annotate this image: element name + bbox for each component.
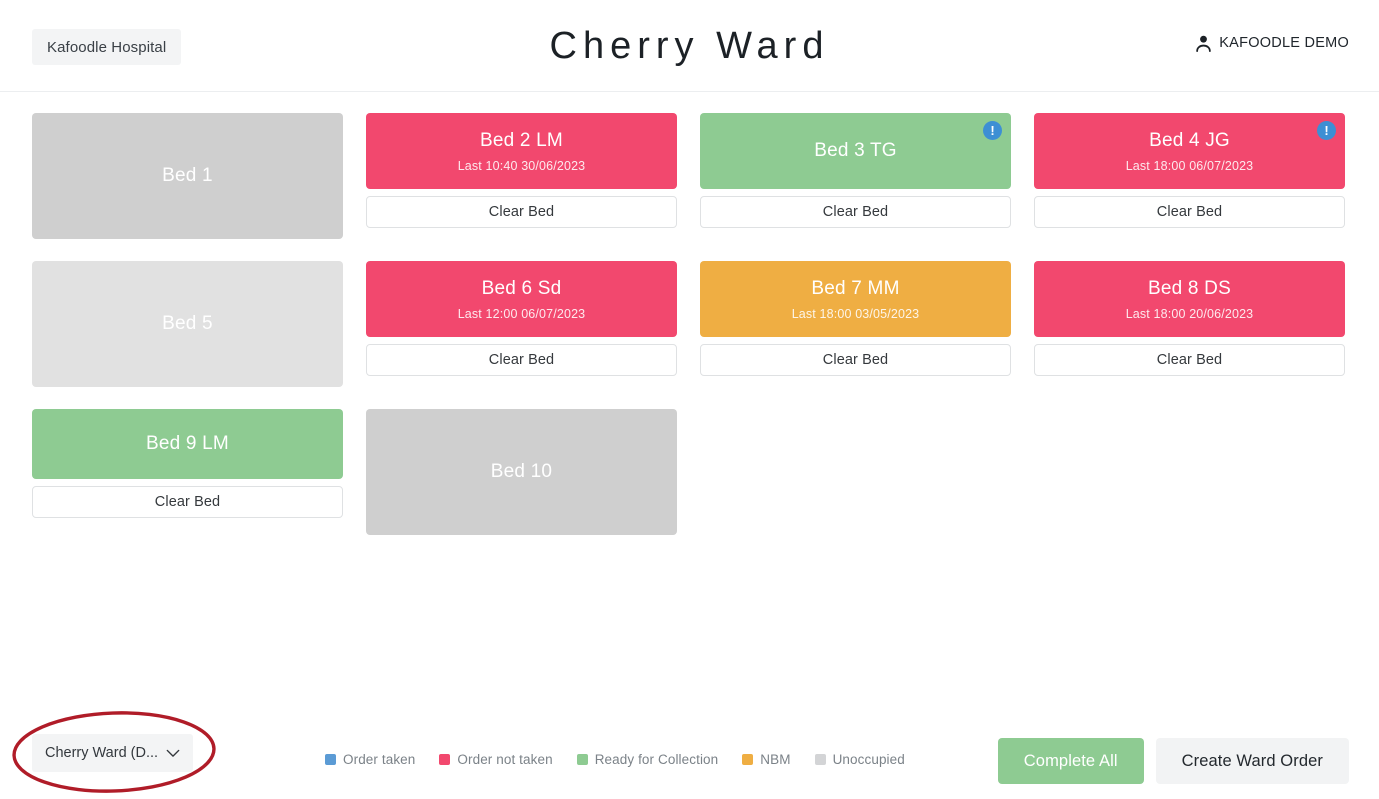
legend-swatch-icon bbox=[576, 754, 588, 765]
user-name-label: KAFOODLE DEMO bbox=[1219, 35, 1349, 51]
bed-name-label: Bed 4 JG bbox=[1149, 129, 1230, 151]
clear-bed-button[interactable]: Clear Bed bbox=[366, 344, 677, 376]
complete-all-button[interactable]: Complete All bbox=[997, 738, 1144, 784]
bed-name-label: Bed 8 DS bbox=[1148, 277, 1231, 299]
bed-name-label: Bed 6 Sd bbox=[481, 277, 562, 299]
chevron-down-icon bbox=[166, 749, 180, 758]
alert-icon[interactable]: ! bbox=[1317, 121, 1336, 140]
clear-bed-button[interactable]: Clear Bed bbox=[32, 486, 343, 518]
ward-select-value: Cherry Ward (D... bbox=[45, 745, 159, 761]
legend-label: Order taken bbox=[343, 752, 416, 767]
page-title: Cherry Ward bbox=[549, 25, 830, 67]
bed-cell: Bed 1 bbox=[32, 113, 343, 239]
bed-card[interactable]: Bed 8 DS Last 18:00 20/06/2023 bbox=[1034, 261, 1345, 337]
bed-last-order-time: Last 18:00 20/06/2023 bbox=[1125, 306, 1254, 321]
bed-card[interactable]: Bed 7 MM Last 18:00 03/05/2023 bbox=[700, 261, 1011, 337]
bed-grid: Bed 1 Bed 2 LM Last 10:40 30/06/2023 Clear … bbox=[32, 113, 1347, 535]
bed-cell: Bed 7 MM Last 18:00 03/05/2023 Clear Bed bbox=[700, 261, 1011, 387]
bed-card[interactable]: Bed 10 bbox=[366, 409, 677, 535]
bed-cell: Bed 4 JG Last 18:00 06/07/2023! Clear Bed bbox=[1034, 113, 1345, 239]
user-account[interactable]: KAFOODLE DEMO bbox=[1195, 34, 1349, 52]
create-ward-order-button[interactable]: Create Ward Order bbox=[1155, 738, 1349, 784]
legend-item: Order taken bbox=[325, 752, 415, 767]
bed-last-order-time: Last 18:00 03/05/2023 bbox=[791, 306, 920, 321]
bed-card[interactable]: Bed 3 TG! bbox=[700, 113, 1011, 189]
bed-card[interactable]: Bed 4 JG Last 18:00 06/07/2023! bbox=[1034, 113, 1345, 189]
bed-last-order-time: Last 12:00 06/07/2023 bbox=[457, 306, 586, 321]
legend-label: Order not taken bbox=[457, 752, 553, 767]
bed-card[interactable]: Bed 9 LM bbox=[32, 409, 343, 479]
bed-name-label: Bed 3 TG bbox=[814, 140, 897, 161]
bed-name-label: Bed 5 bbox=[162, 313, 213, 334]
status-legend: Order taken Order not taken Ready for Coll… bbox=[325, 752, 905, 767]
legend-swatch-icon bbox=[814, 754, 826, 765]
ward-select-dropdown[interactable]: Cherry Ward (D... bbox=[32, 734, 194, 772]
page-header: Kafoodle Hospital Cherry Ward KAFOODLE D… bbox=[0, 0, 1379, 92]
footer-actions: Complete All Create Ward Order bbox=[997, 738, 1349, 784]
bed-card[interactable]: Bed 1 bbox=[32, 113, 343, 239]
legend-item: Order not taken bbox=[439, 752, 553, 767]
bed-name-label: Bed 7 MM bbox=[811, 277, 900, 299]
legend-swatch-icon bbox=[742, 754, 754, 765]
bed-name-label: Bed 10 bbox=[490, 461, 553, 482]
bed-cell: Bed 3 TG! Clear Bed bbox=[700, 113, 1011, 239]
legend-label: NBM bbox=[760, 752, 791, 767]
legend-item: Unoccupied bbox=[814, 752, 905, 767]
legend-swatch-icon bbox=[439, 754, 451, 765]
legend-label: Unoccupied bbox=[832, 752, 905, 767]
bed-cell: Bed 6 Sd Last 12:00 06/07/2023 Clear Bed bbox=[366, 261, 677, 387]
legend-item: NBM bbox=[742, 752, 790, 767]
bed-cell: Bed 10 bbox=[366, 409, 677, 535]
clear-bed-button[interactable]: Clear Bed bbox=[700, 196, 1011, 228]
bed-card[interactable]: Bed 6 Sd Last 12:00 06/07/2023 bbox=[366, 261, 677, 337]
bed-card[interactable]: Bed 2 LM Last 10:40 30/06/2023 bbox=[366, 113, 677, 189]
bed-cell: Bed 5 bbox=[32, 261, 343, 387]
clear-bed-button[interactable]: Clear Bed bbox=[1034, 196, 1345, 228]
clear-bed-button[interactable]: Clear Bed bbox=[700, 344, 1011, 376]
bed-cell: Bed 2 LM Last 10:40 30/06/2023 Clear Bed bbox=[366, 113, 677, 239]
bed-name-label: Bed 9 LM bbox=[146, 433, 229, 454]
bed-name-label: Bed 1 bbox=[162, 165, 213, 186]
bed-last-order-time: Last 18:00 06/07/2023 bbox=[1125, 158, 1254, 173]
clear-bed-button[interactable]: Clear Bed bbox=[366, 196, 677, 228]
bed-name-label: Bed 2 LM bbox=[480, 129, 563, 151]
clear-bed-button[interactable]: Clear Bed bbox=[1034, 344, 1345, 376]
legend-label: Ready for Collection bbox=[594, 752, 719, 767]
page-footer: Cherry Ward (D... Order taken Order not t… bbox=[0, 707, 1379, 799]
person-icon bbox=[1195, 34, 1212, 52]
bed-last-order-time: Last 10:40 30/06/2023 bbox=[457, 158, 586, 173]
bed-card[interactable]: Bed 5 bbox=[32, 261, 343, 387]
legend-swatch-icon bbox=[325, 754, 336, 765]
bed-cell: Bed 8 DS Last 18:00 20/06/2023 Clear Bed bbox=[1034, 261, 1345, 387]
alert-icon[interactable]: ! bbox=[983, 121, 1002, 140]
ward-bed-board: Kafoodle Hospital Cherry Ward KAFOODLE D… bbox=[0, 0, 1379, 799]
legend-item: Ready for Collection bbox=[576, 752, 719, 767]
bed-cell: Bed 9 LM Clear Bed bbox=[32, 409, 343, 535]
